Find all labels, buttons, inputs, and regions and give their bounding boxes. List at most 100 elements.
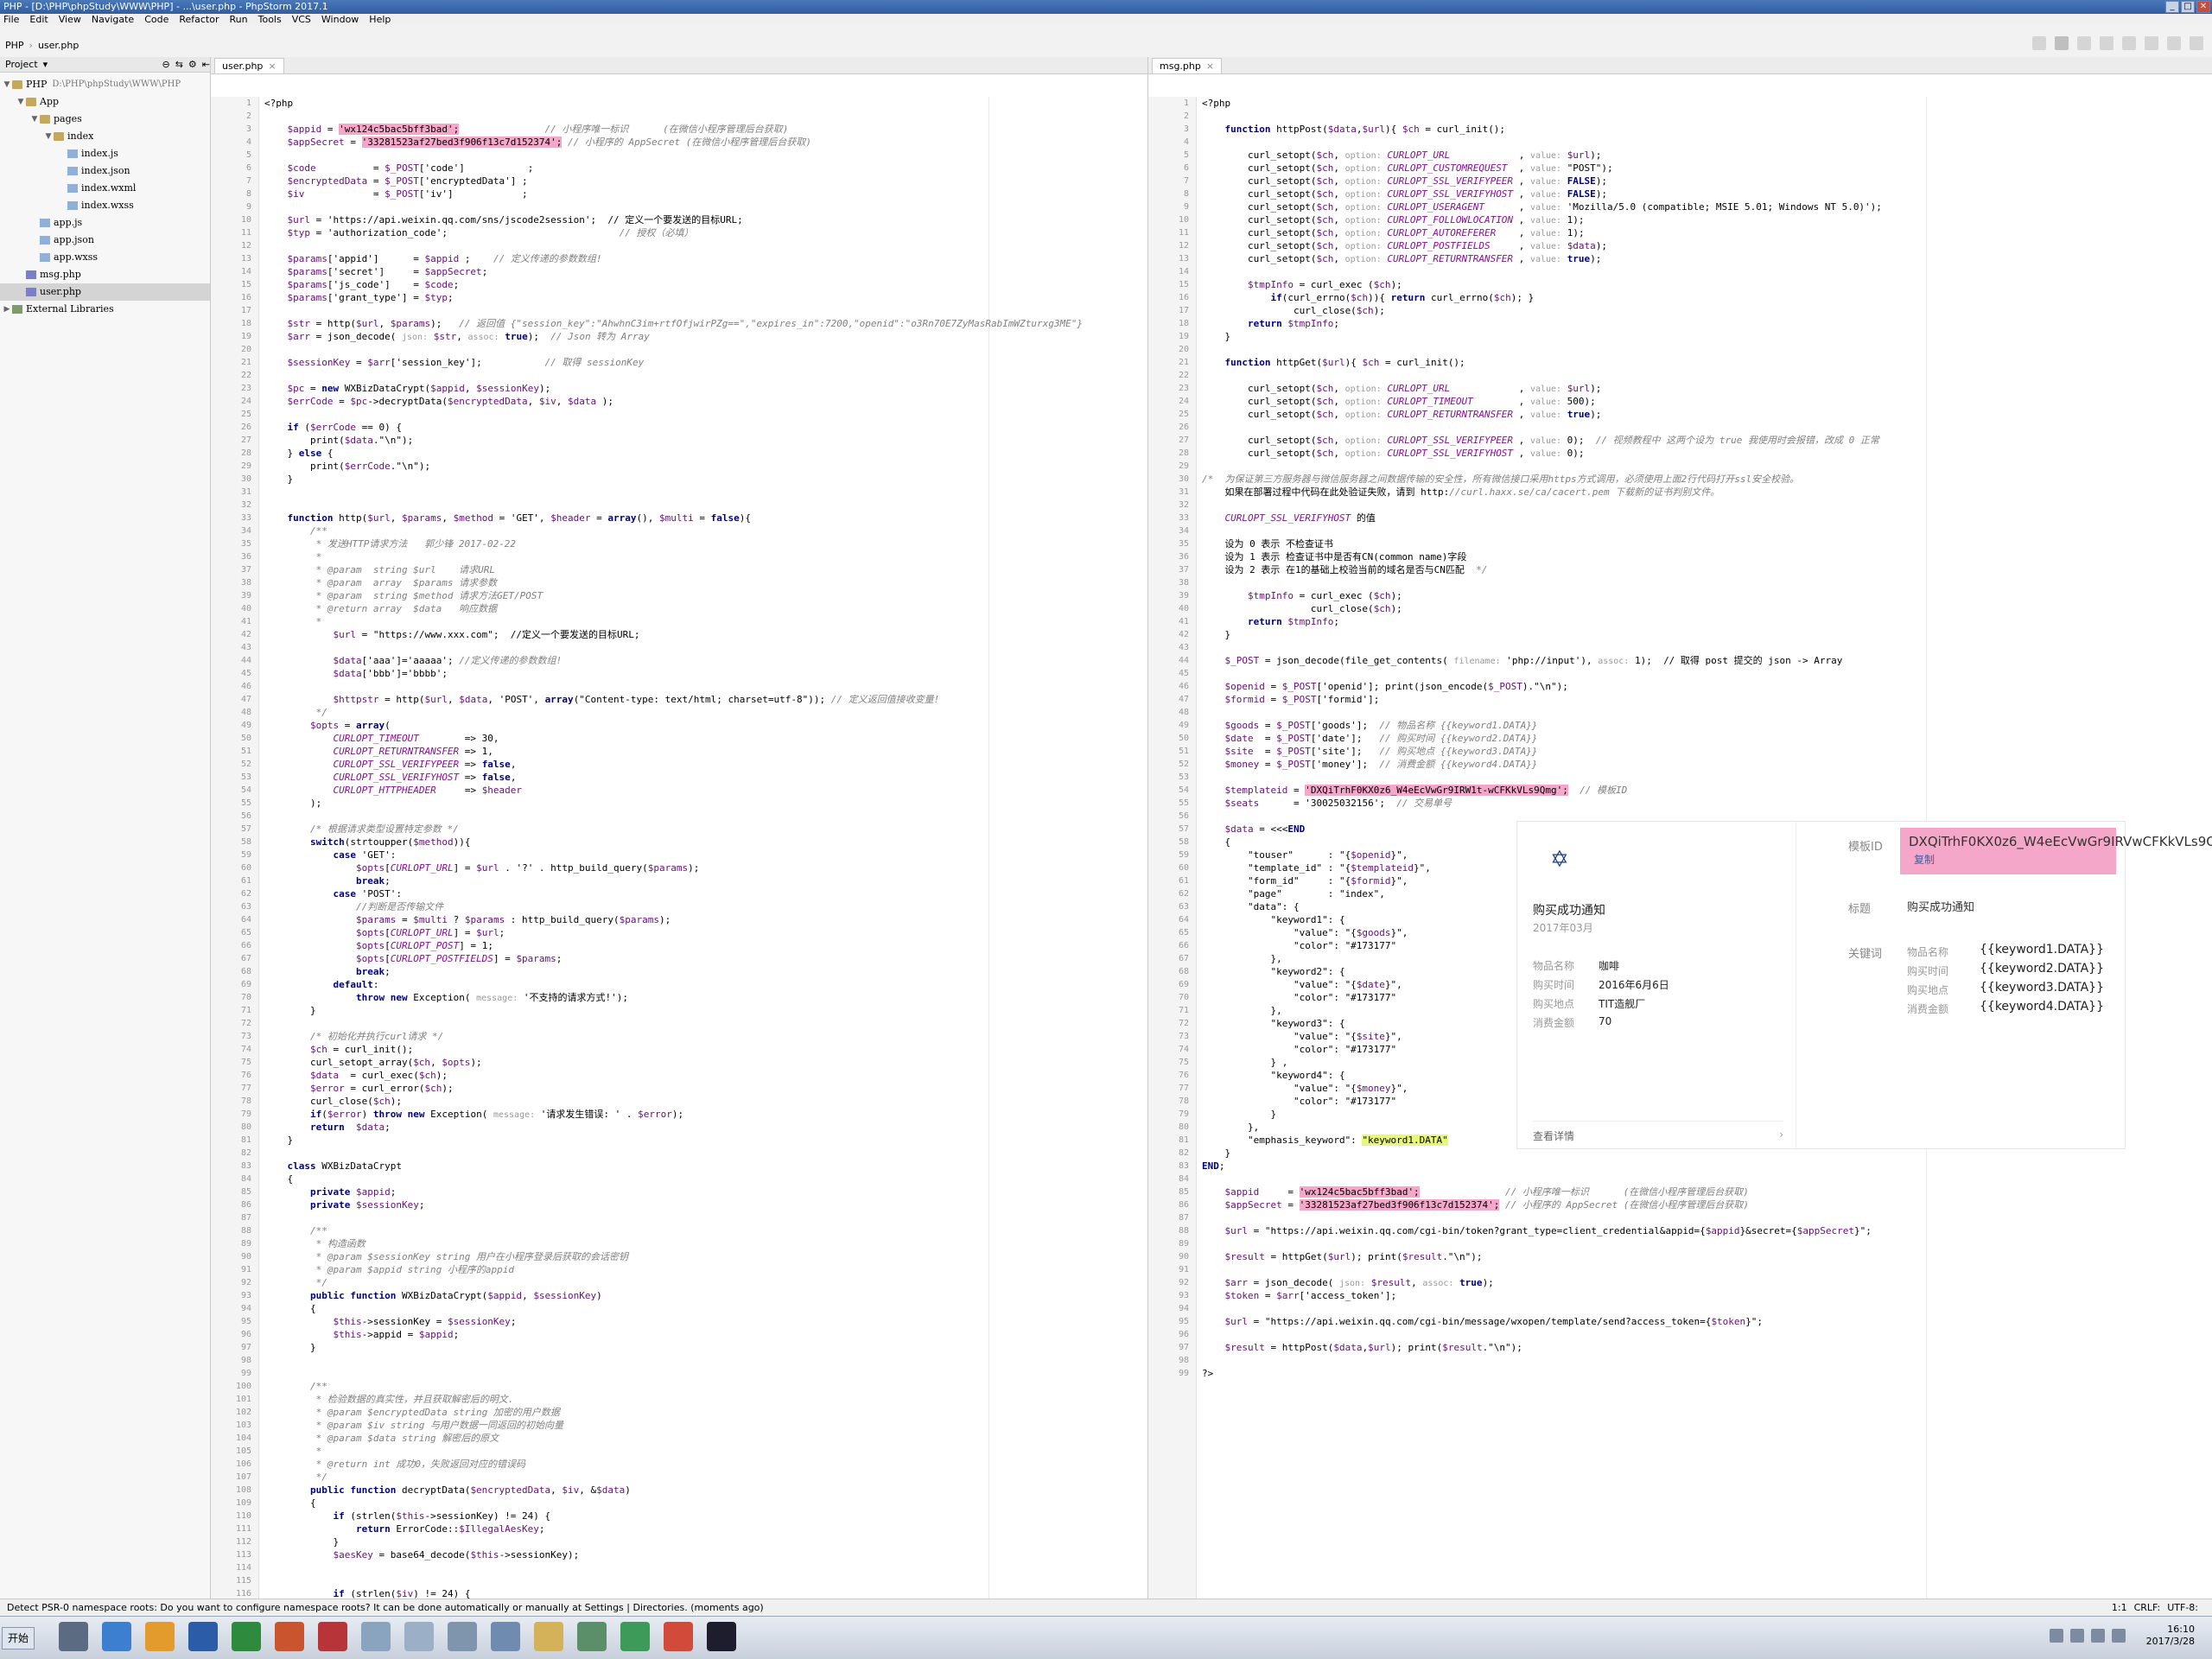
code-line[interactable]: curl_setopt($ch, option: CURLOPT_SSL_VER… <box>1202 447 2212 460</box>
code-line[interactable]: $error = curl_error($ch); <box>264 1082 1147 1095</box>
code-line[interactable]: $data['aaa']='aaaaa'; //定义传递的参数数组! <box>264 654 1147 667</box>
code-line[interactable] <box>1202 499 2212 512</box>
stop-icon[interactable] <box>2122 36 2136 50</box>
code-line[interactable]: /* 根据请求类型设置特定参数 */ <box>264 823 1147 836</box>
code-line[interactable]: $token = $arr['access_token']; <box>1202 1289 2212 1302</box>
code-line[interactable]: { <box>264 1497 1147 1510</box>
code-line[interactable] <box>264 1561 1147 1574</box>
code-line[interactable] <box>1202 1237 2212 1250</box>
code-line[interactable]: curl_setopt_array($ch, $opts); <box>264 1056 1147 1069</box>
code-line[interactable]: curl_close($ch); <box>264 1095 1147 1108</box>
code-line[interactable]: $iv = $_POST['iv'] ; <box>264 188 1147 200</box>
file-encoding[interactable]: UTF-8: <box>2167 1599 2198 1616</box>
code-line[interactable]: CURLOPT_SSL_VERIFYHOST => false, <box>264 771 1147 784</box>
code-line[interactable]: if(curl_errno($ch)){ return curl_errno($… <box>1202 291 2212 304</box>
code-line[interactable] <box>1202 576 2212 589</box>
code-line[interactable] <box>1202 667 2212 680</box>
code-line[interactable]: $url = "https://www.xxx.com"; //定义一个要发送的… <box>264 628 1147 641</box>
code-line[interactable] <box>264 304 1147 317</box>
code-line[interactable]: print($data."\n"); <box>264 434 1147 447</box>
code-line[interactable]: $this->sessionKey = $sessionKey; <box>264 1315 1147 1328</box>
menu-help[interactable]: Help <box>369 14 391 26</box>
code-line[interactable]: { <box>264 1173 1147 1185</box>
tree-item[interactable]: app.wxss <box>0 249 210 266</box>
code-line[interactable]: return ErrorCode::$IllegalAesKey; <box>264 1522 1147 1535</box>
code-line[interactable]: curl_setopt($ch, option: CURLOPT_TIMEOUT… <box>1202 395 2212 408</box>
code-line[interactable]: $goods = $_POST['goods']; // 物品名称 {{keyw… <box>1202 719 2212 732</box>
code-line[interactable]: <?php <box>264 97 1147 110</box>
app-icon[interactable] <box>102 1622 131 1651</box>
close-icon[interactable]: × <box>268 59 276 73</box>
tree-item[interactable]: user.php <box>0 283 210 301</box>
code-line[interactable] <box>1202 1302 2212 1315</box>
code-line[interactable]: * @return int 成功0，失败返回对应的错误码 <box>264 1458 1147 1471</box>
code-line[interactable]: curl_setopt($ch, option: CURLOPT_CUSTOMR… <box>1202 162 2212 175</box>
menu-edit[interactable]: Edit <box>29 14 48 26</box>
code-line[interactable]: } <box>264 1134 1147 1147</box>
app-icon[interactable] <box>404 1622 434 1651</box>
code-line[interactable]: if($error) throw new Exception( message:… <box>264 1108 1147 1121</box>
code-line[interactable] <box>1202 1354 2212 1367</box>
code-line[interactable]: $date = $_POST['date']; // 购买时间 {{keywor… <box>1202 732 2212 745</box>
breadcrumb-file[interactable]: user.php <box>38 40 79 51</box>
code-line[interactable]: } <box>1202 628 2212 641</box>
code-line[interactable]: 如果在部署过程中代码在此处验证失败，请到 http://curl.haxx.se… <box>1202 486 2212 499</box>
code-line[interactable] <box>1202 136 2212 149</box>
code-line[interactable]: $tmpInfo = curl_exec ($ch); <box>1202 589 2212 602</box>
code-line[interactable] <box>1202 460 2212 473</box>
code-line[interactable]: $formid = $_POST['formid']; <box>1202 693 2212 706</box>
code-line[interactable]: * <box>264 1445 1147 1458</box>
code-line[interactable]: switch(strtoupper($method)){ <box>264 836 1147 849</box>
explorer-app-icon[interactable] <box>59 1622 88 1651</box>
code-line[interactable] <box>264 343 1147 356</box>
app-icon[interactable] <box>145 1622 175 1651</box>
code-line[interactable]: * <box>264 615 1147 628</box>
code-line[interactable] <box>1202 1263 2212 1276</box>
code-line[interactable]: curl_setopt($ch, option: CURLOPT_USERAGE… <box>1202 200 2212 213</box>
debug-icon[interactable] <box>2077 36 2091 50</box>
code-line[interactable]: /* 初始化并执行curl请求 */ <box>264 1030 1147 1043</box>
code-line[interactable]: curl_setopt($ch, option: CURLOPT_URL , v… <box>1202 382 2212 395</box>
code-line[interactable]: /** <box>264 524 1147 537</box>
code-app-icon[interactable] <box>620 1622 650 1651</box>
tree-item[interactable]: index.json <box>0 162 210 180</box>
menu-code[interactable]: Code <box>144 14 168 26</box>
line-separator[interactable]: CRLF: <box>2134 1599 2161 1616</box>
breadcrumb-project[interactable]: PHP <box>5 40 24 51</box>
code-line[interactable] <box>1202 771 2212 784</box>
vcs-icon[interactable] <box>2145 36 2158 50</box>
code-line[interactable]: $params['grant_type'] = $typ; <box>264 291 1147 304</box>
code-line[interactable]: * @param $data string 解密后的原文 <box>264 1432 1147 1445</box>
code-line[interactable]: $appid = 'wx124c5bac5bff3bad'; // 小程序唯一标… <box>264 123 1147 136</box>
code-line[interactable]: public function WXBizDataCrypt($appid, $… <box>264 1289 1147 1302</box>
tray-icon[interactable] <box>2070 1629 2084 1643</box>
collapse-icon[interactable]: ⊖ <box>162 59 169 70</box>
code-line[interactable] <box>1202 524 2212 537</box>
code-line[interactable]: CURLOPT_SSL_VERIFYPEER => false, <box>264 758 1147 771</box>
run-icon[interactable] <box>2055 36 2069 50</box>
code-line[interactable]: default: <box>264 978 1147 991</box>
minimize-button[interactable]: _ <box>2165 1 2179 13</box>
menu-vcs[interactable]: VCS <box>292 14 311 26</box>
code-line[interactable]: curl_setopt($ch, option: CURLOPT_RETURNT… <box>1202 408 2212 421</box>
code-line[interactable]: $opts[CURLOPT_POST] = 1; <box>264 939 1147 952</box>
code-line[interactable]: */ <box>264 1276 1147 1289</box>
view-details-link[interactable]: 查看详情 › <box>1533 1121 1783 1143</box>
folder-app-icon[interactable] <box>534 1622 563 1651</box>
copy-link[interactable]: 复制 <box>1914 854 1935 866</box>
code-line[interactable]: curl_setopt($ch, option: CURLOPT_URL , v… <box>1202 149 2212 162</box>
code-line[interactable] <box>264 641 1147 654</box>
code-line[interactable]: function httpGet($url){ $ch = curl_init(… <box>1202 356 2212 369</box>
phpstorm-app-icon[interactable] <box>707 1622 736 1651</box>
tray-icon[interactable] <box>2050 1629 2063 1643</box>
code-line[interactable]: * 检验数据的真实性，并且获取解密后的明文. <box>264 1393 1147 1406</box>
code-line[interactable]: } <box>264 1004 1147 1017</box>
code-line[interactable]: $tmpInfo = curl_exec ($ch); <box>1202 278 2212 291</box>
tree-item[interactable]: ▶ External Libraries <box>0 301 210 318</box>
expand-arrow-icon[interactable]: ▼ <box>16 93 26 111</box>
code-line[interactable]: curl_setopt($ch, option: CURLOPT_POSTFIE… <box>1202 239 2212 252</box>
code-line[interactable]: $code = $_POST['code'] ; <box>264 162 1147 175</box>
code-line[interactable] <box>264 1574 1147 1587</box>
code-line[interactable]: $this->appid = $appid; <box>264 1328 1147 1341</box>
tree-item[interactable]: ▼ index <box>0 128 210 145</box>
